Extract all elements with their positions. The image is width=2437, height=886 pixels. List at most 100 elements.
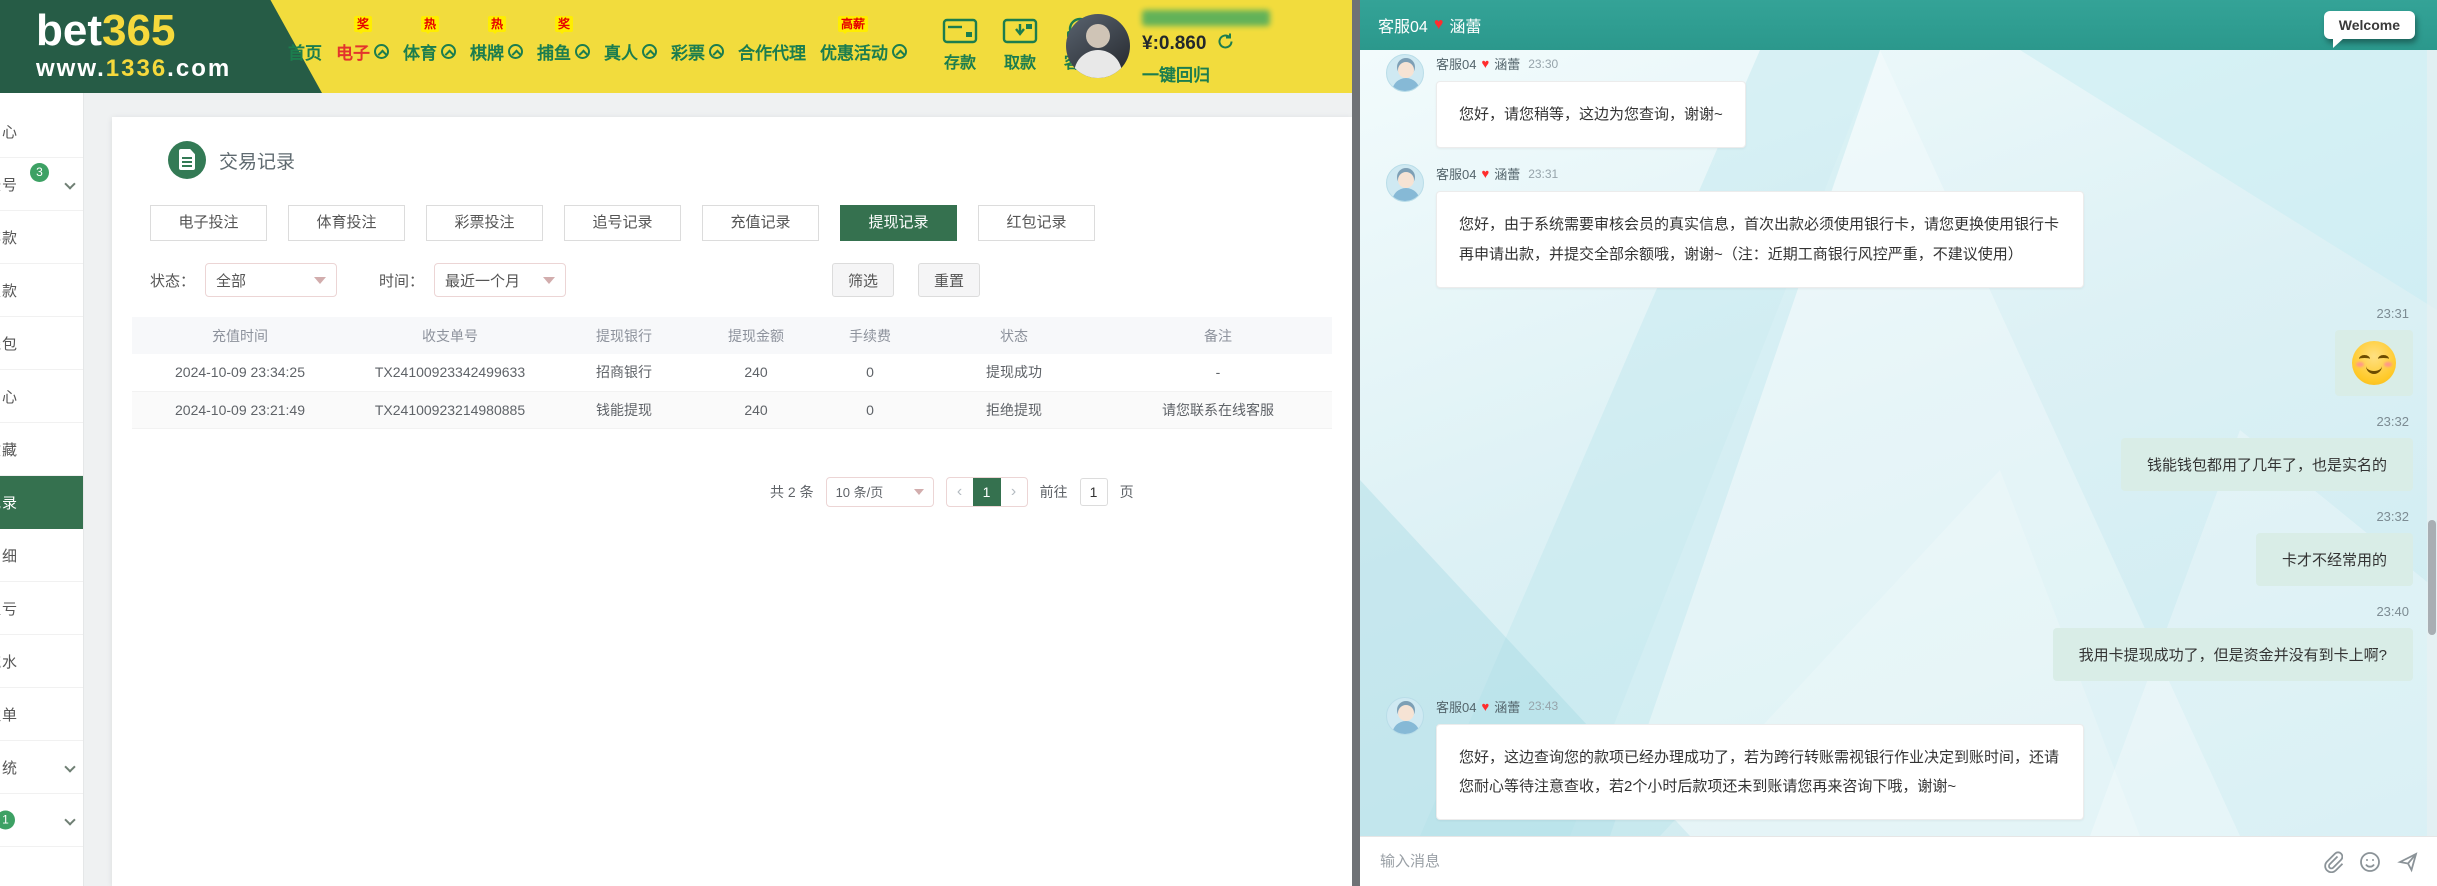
sidebar-item-wallet[interactable]: 钱包 xyxy=(0,317,83,370)
records-table: 充值时间 收支单号 提现银行 提现金额 手续费 状态 备注 2024-10-09… xyxy=(132,317,1332,429)
sidebar-item-center[interactable]: 中心 xyxy=(0,105,83,158)
next-page-button[interactable]: › xyxy=(1001,483,1027,501)
sidebar-item-deposit[interactable]: 存款 xyxy=(0,211,83,264)
message-time: 23:30 xyxy=(1528,57,1558,71)
user-avatar[interactable] xyxy=(1066,14,1130,78)
chat-message-input[interactable] xyxy=(1378,852,2307,871)
caret-down-icon xyxy=(914,489,924,495)
nav-item-slots[interactable]: 奖 电子 xyxy=(336,29,389,64)
goto-page-input[interactable] xyxy=(1080,478,1108,506)
page-unit-label: 页 xyxy=(1120,482,1134,502)
logo-line2: www.1336.com xyxy=(36,56,231,81)
prev-page-button[interactable]: ‹ xyxy=(947,483,973,501)
balance-amount: ¥:0.860 xyxy=(1142,33,1206,55)
chevron-circle-icon xyxy=(892,44,907,59)
topbar: bet365 www.1336.com 首页 奖 电子 热 体育 热 棋牌 xyxy=(0,0,1352,93)
sender-row: 客服04♥涵蕾 23:31 xyxy=(1436,164,2084,183)
agent-message: 客服04♥涵蕾 23:31 您好，由于系统需要审核会员的真实信息，首次出款必须使… xyxy=(1386,164,2413,288)
site-logo[interactable]: bet365 www.1336.com xyxy=(36,8,231,81)
sidebar-item-messages[interactable]: 1 xyxy=(0,794,83,847)
chevron-down-icon xyxy=(64,814,75,825)
reset-button[interactable]: 重置 xyxy=(918,263,980,297)
time-label: 时间： xyxy=(379,270,424,291)
nav-item-home[interactable]: 首页 xyxy=(288,29,322,64)
message-bubble xyxy=(2335,330,2413,396)
withdraw-button[interactable]: 取款 xyxy=(994,16,1046,73)
sidebar-item-profit-loss[interactable]: 盈亏 xyxy=(0,582,83,635)
sidebar-item-center2[interactable]: 中心 xyxy=(0,370,83,423)
pagination: 共 2 条 10 条/页 ‹ 1 › 前往 页 xyxy=(770,477,1352,507)
message-list: 客服04♥涵蕾 23:30 您好，请您稍等，这边为您查询，谢谢~ 客服04♥涵蕾… xyxy=(1360,54,2437,836)
message-bubble: 您好，这边查询您的款项已经办理成功了，若为跨行转账需视银行作业决定到账时间，还请… xyxy=(1436,724,2084,821)
heart-icon: ♥ xyxy=(1481,56,1489,71)
chevron-circle-icon xyxy=(642,44,657,59)
sidebar-item-bets[interactable]: 注单 xyxy=(0,688,83,741)
filter-button[interactable]: 筛选 xyxy=(832,263,894,297)
betting-site-window: bet365 www.1336.com 首页 奖 电子 热 体育 热 棋牌 xyxy=(0,0,1352,886)
tab-redpacket-records[interactable]: 红包记录 xyxy=(978,205,1095,241)
sidebar-item-favorites[interactable]: 收藏 xyxy=(0,423,83,476)
attachment-icon[interactable] xyxy=(2323,851,2343,873)
tab-withdraw-records[interactable]: 提现记录 xyxy=(840,205,957,241)
heart-icon: ♥ xyxy=(1481,166,1489,181)
table-row: 2024-10-09 23:21:49 TX24100923214980885 … xyxy=(132,391,1332,428)
nav-item-agents[interactable]: 合作代理 xyxy=(738,29,806,64)
goto-label: 前往 xyxy=(1040,482,1068,502)
refresh-balance-icon[interactable] xyxy=(1216,32,1235,56)
logo-block: bet365 www.1336.com xyxy=(0,0,322,93)
sidebar-item-system[interactable]: 系统 xyxy=(0,741,83,794)
welcome-button[interactable]: Welcome xyxy=(2324,11,2415,39)
status-success: 提现成功 xyxy=(924,354,1104,391)
sidebar-item-withdraw[interactable]: 取款 xyxy=(0,264,83,317)
prize-badge: 奖 xyxy=(354,16,372,32)
sidebar-item-records[interactable]: 记录 xyxy=(0,476,83,529)
message-time: 23:31 xyxy=(1528,167,1558,181)
sidebar-item-details[interactable]: 明细 xyxy=(0,529,83,582)
nav-item-board-games[interactable]: 热 棋牌 xyxy=(470,29,523,64)
send-icon[interactable] xyxy=(2397,851,2419,873)
document-icon xyxy=(168,141,206,179)
user-message: 23:31 xyxy=(1386,306,2413,396)
main-nav: 首页 奖 电子 热 体育 热 棋牌 奖 捕鱼 xyxy=(278,0,907,93)
message-time: 23:32 xyxy=(2376,414,2409,429)
message-bubble: 您好，请您稍等，这边为您查询，谢谢~ xyxy=(1436,81,1746,148)
heart-icon: ♥ xyxy=(1434,16,1444,34)
nav-item-fishing[interactable]: 奖 捕鱼 xyxy=(537,29,590,64)
agent-avatar xyxy=(1386,54,1424,92)
page-size-select[interactable]: 10 条/页 xyxy=(826,477,934,507)
chevron-down-icon xyxy=(64,761,75,772)
nav-item-lottery[interactable]: 彩票 xyxy=(671,29,724,64)
message-bubble: 您好，由于系统需要审核会员的真实信息，首次出款必须使用银行卡，请您更换使用银行卡… xyxy=(1436,191,2084,288)
nav-item-live[interactable]: 真人 xyxy=(604,29,657,64)
tab-slots-bets[interactable]: 电子投注 xyxy=(150,205,267,241)
caret-down-icon xyxy=(314,277,326,284)
nav-item-promotions[interactable]: 高薪 优惠活动 xyxy=(820,29,907,64)
total-count: 共 2 条 xyxy=(770,482,814,502)
message-bubble: 卡才不经常用的 xyxy=(2256,533,2413,586)
chevron-circle-icon xyxy=(709,44,724,59)
current-page[interactable]: 1 xyxy=(973,477,1001,507)
nav-item-sports[interactable]: 热 体育 xyxy=(403,29,456,64)
sidebar-item-accounts[interactable]: 帐号 3 xyxy=(0,158,83,211)
card-title-row: 交易记录 xyxy=(168,141,1352,179)
hot-badge: 热 xyxy=(488,16,506,32)
scrollbar-thumb[interactable] xyxy=(2428,520,2436,635)
sidebar-item-turnover[interactable]: 流水 xyxy=(0,635,83,688)
user-info: ¥:0.860 一键回归 xyxy=(1142,10,1270,86)
tab-lottery-bets[interactable]: 彩票投注 xyxy=(426,205,543,241)
emoji-icon[interactable] xyxy=(2359,851,2381,873)
sender-row: 客服04♥涵蕾 23:43 xyxy=(1436,697,2084,716)
message-bubble: 我用卡提现成功了，但是资金并没有到卡上啊? xyxy=(2053,628,2413,681)
time-select[interactable]: 最近一个月 xyxy=(434,263,566,297)
chat-body: 客服04♥涵蕾 23:30 您好，请您稍等，这边为您查询，谢谢~ 客服04♥涵蕾… xyxy=(1360,50,2437,836)
status-select[interactable]: 全部 xyxy=(205,263,337,297)
tab-deposit-records[interactable]: 充值记录 xyxy=(702,205,819,241)
message-time: 23:40 xyxy=(2376,604,2409,619)
one-click-return-link[interactable]: 一键回归 xyxy=(1142,61,1270,86)
withdraw-card-icon xyxy=(1002,16,1038,46)
agent-message: 客服04♥涵蕾 23:30 您好，请您稍等，这边为您查询，谢谢~ xyxy=(1386,54,2413,148)
sidebar: 中心 帐号 3 存款 取款 钱包 中心 收藏 记录 明细 盈亏 xyxy=(0,93,84,886)
tab-sports-bets[interactable]: 体育投注 xyxy=(288,205,405,241)
tab-chase-records[interactable]: 追号记录 xyxy=(564,205,681,241)
deposit-button[interactable]: 存款 xyxy=(934,16,986,73)
